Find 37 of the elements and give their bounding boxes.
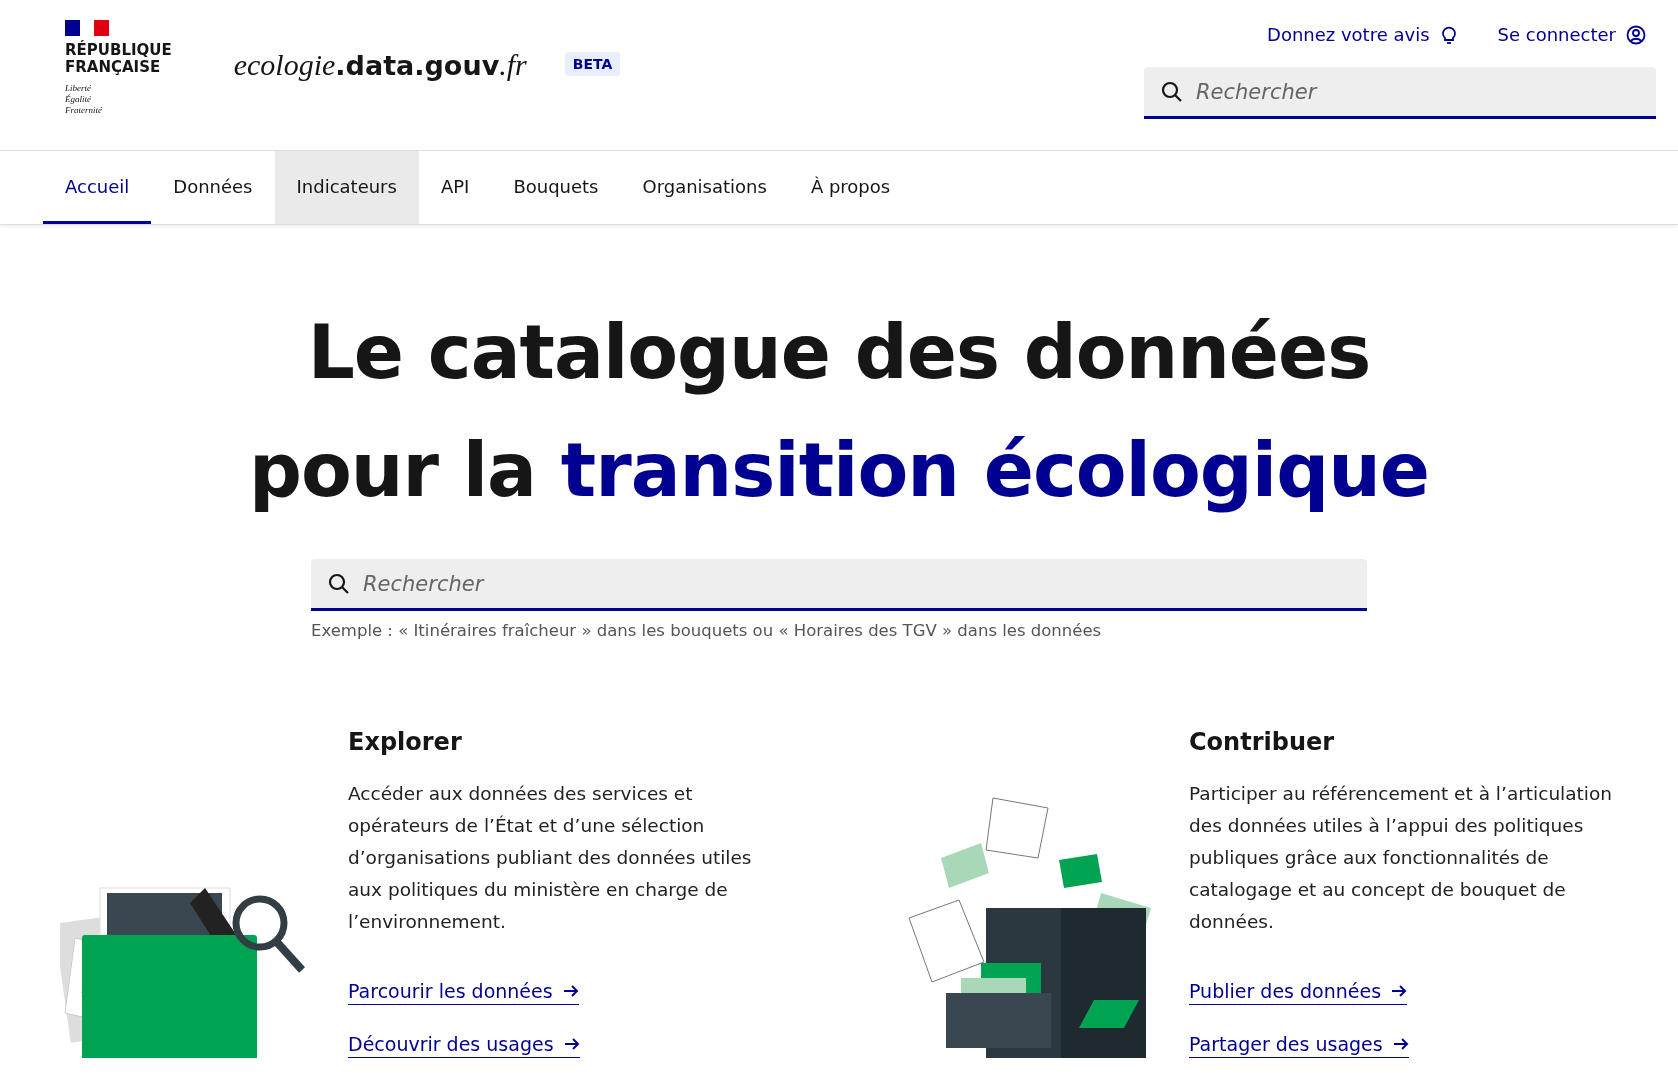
search-field[interactable]: Rechercher [1144, 67, 1656, 119]
arrow-right-icon [563, 1037, 580, 1051]
arrow-right-icon [1391, 984, 1408, 998]
section-link[interactable]: Parcourir les données [348, 978, 579, 1005]
flag-icon [65, 20, 109, 36]
nav-tab[interactable]: API [418, 151, 492, 224]
search-hint: Exemple : « Itinéraires fraîcheur » dans les bouquets ou « Horaires des TGV » dans les données [311, 621, 1103, 640]
section-link[interactable]: Publier des données [1189, 978, 1408, 1005]
motto-text: Fraternité [65, 105, 103, 115]
nav-tab[interactable]: Bouquets [491, 151, 621, 224]
lightbulb-icon [1439, 24, 1458, 45]
republic-label: FRANÇAISE [65, 59, 162, 76]
section-link[interactable]: Partager des usages [1189, 1031, 1409, 1058]
site-name[interactable]: ecologie.data.gouv.fr [233, 48, 527, 82]
nav-tab[interactable]: Indicateurs [274, 151, 419, 224]
search-input[interactable]: Rechercher [1196, 67, 1640, 116]
nav-tab[interactable]: Données [151, 151, 275, 224]
hero-title: Le catalogue des données pour la transition écologique [249, 308, 1429, 515]
motto-text: Égalité [65, 94, 92, 104]
header-link[interactable]: Se connecter [1497, 24, 1646, 45]
section-title: Explorer [348, 728, 463, 756]
republic-label: RÉPUBLIQUE [65, 42, 172, 59]
nav-tab[interactable]: À propos [788, 151, 913, 224]
motto-text: Liberté [65, 83, 92, 93]
beta-badge: BETA [564, 52, 621, 76]
arrow-right-icon [1392, 1037, 1409, 1051]
section-text: Participer au référencement et à l’articulation des données utiles à l’appui des politiques publiques grâce aux fonctionnalités de catalogage et au concept de bouquet de données. [1189, 782, 1614, 934]
search-icon [1160, 79, 1184, 104]
search-icon [327, 571, 351, 596]
header-link[interactable]: Donnez votre avis [1267, 24, 1458, 45]
section-link[interactable]: Découvrir des usages [348, 1031, 580, 1058]
nav-tab[interactable]: Organisations [620, 151, 789, 224]
user-icon [1626, 24, 1646, 45]
section-title: Contribuer [1189, 728, 1336, 756]
section-text: Accéder aux données des services et opérateurs de l’État et d’une sélection d’organisations publiant des données utiles aux politiques du ministère en charge de l’environnement. [348, 782, 753, 934]
nav-tab[interactable]: Accueil [43, 151, 152, 224]
arrow-right-icon [562, 984, 579, 998]
